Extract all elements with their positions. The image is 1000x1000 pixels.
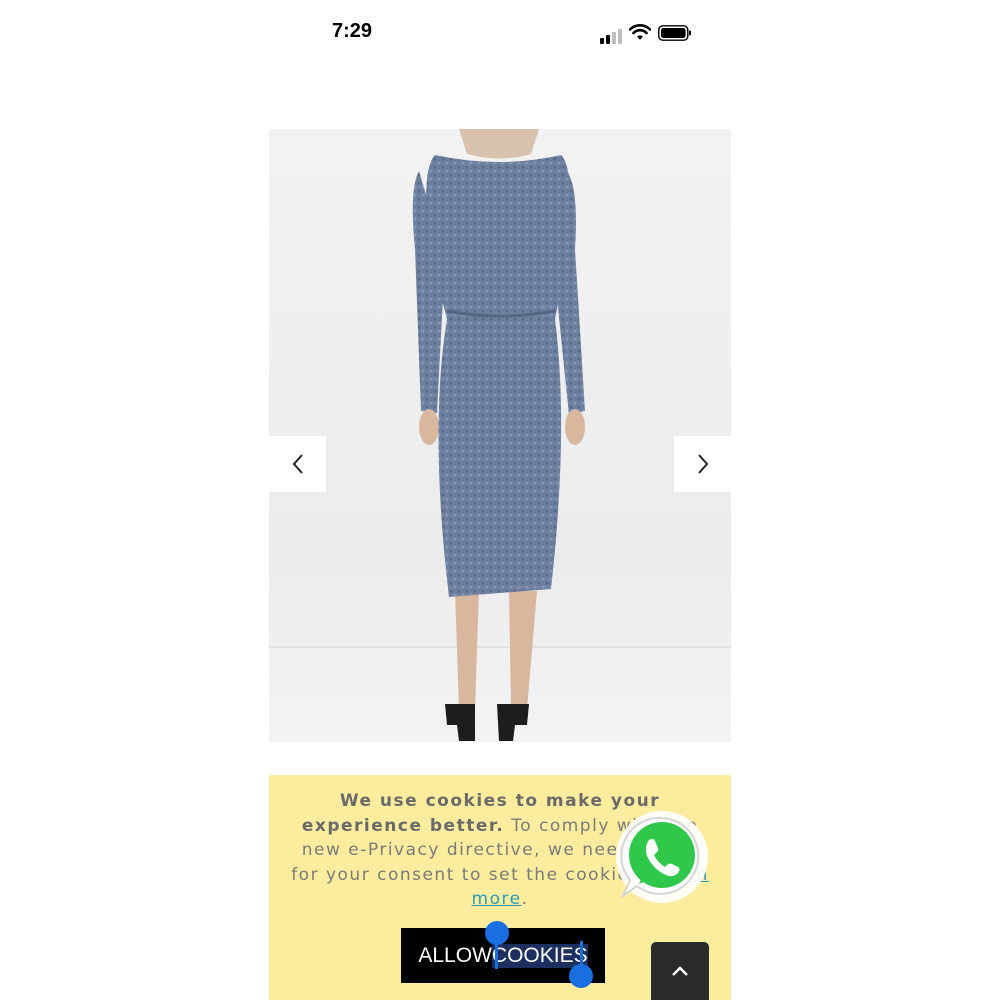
chevron-right-icon [697,454,708,474]
status-time: 7:29 [332,20,373,42]
allow-label: ALLOW [418,943,492,967]
model-figure [269,129,731,741]
scroll-to-top-button[interactable] [651,942,709,1000]
wifi-icon [629,24,651,40]
selection-knob-start[interactable] [485,921,509,945]
selection-knob-end[interactable] [569,964,593,988]
status-icons [598,22,698,46]
cookie-message-end: . [521,889,529,909]
battery-icon [658,25,691,41]
carousel-next-button[interactable] [674,436,731,492]
chevron-up-icon [672,966,688,976]
chevron-left-icon [292,454,303,474]
carousel-prev-button[interactable] [269,436,326,492]
allow-label-selected: COOKIES [491,943,588,968]
product-image[interactable] [269,129,731,742]
whatsapp-icon[interactable] [615,810,709,904]
signal-icon [598,22,624,46]
